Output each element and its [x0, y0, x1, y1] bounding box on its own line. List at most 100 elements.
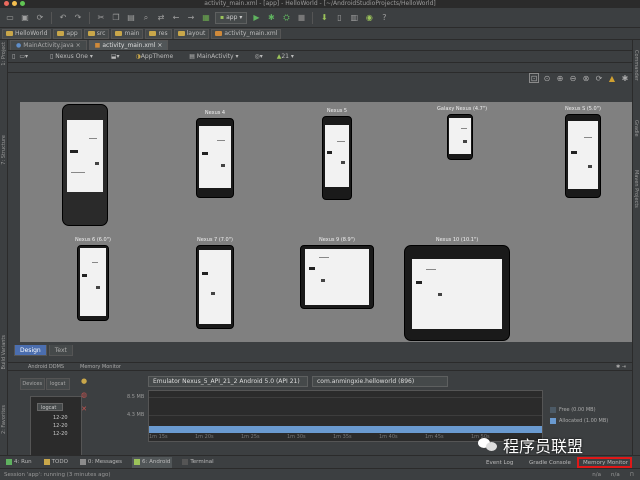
- button-view: [82, 274, 87, 277]
- tool-tab-commander[interactable]: Commander: [633, 50, 639, 81]
- device-nexus-4[interactable]: Nexus 4: [196, 110, 234, 198]
- editor-tab-activity-main[interactable]: ■ activity_main.xml ×: [88, 40, 169, 51]
- forward-icon[interactable]: →: [185, 12, 197, 24]
- run-icon[interactable]: ▶: [250, 12, 262, 24]
- device-nexus-one[interactable]: [62, 104, 108, 226]
- help-icon[interactable]: ?: [378, 12, 390, 24]
- tool-window-label: Event Log: [486, 459, 514, 466]
- tool-window-android[interactable]: 6: Android: [132, 456, 173, 468]
- editor-tab-mainactivity[interactable]: ● MainActivity.java ×: [10, 40, 87, 50]
- zoom-actual-icon[interactable]: ⊙: [542, 73, 552, 83]
- close-window-button[interactable]: [4, 1, 9, 6]
- tool-tab-project[interactable]: 1: Project: [1, 42, 7, 66]
- avd-manager-icon[interactable]: ▯: [333, 12, 345, 24]
- find-icon[interactable]: ⌕: [140, 12, 152, 24]
- breadcrumb-item-src[interactable]: src: [83, 28, 110, 39]
- x-tick-label: 1m 15s: [149, 434, 168, 440]
- breadcrumb-item-main[interactable]: main: [111, 28, 144, 39]
- tab-devices[interactable]: Devices: [20, 378, 45, 390]
- palette-toggle-icon[interactable]: ▯: [12, 53, 15, 60]
- device-nexus-s[interactable]: Nexus S (5.0"): [565, 106, 601, 198]
- redo-icon[interactable]: ↷: [72, 12, 84, 24]
- device-nexus-7[interactable]: Nexus 7 (7.0"): [196, 237, 234, 329]
- undo-icon[interactable]: ↶: [57, 12, 69, 24]
- panel-settings-icon[interactable]: ✱ ⇥: [616, 363, 626, 371]
- device-nexus-5[interactable]: Nexus 5: [322, 108, 352, 200]
- layout-preview-canvas[interactable]: Nexus 4 Nexus 5 Galaxy Nexus (4.7") Nexu…: [20, 102, 632, 342]
- close-icon[interactable]: ✕: [80, 405, 88, 413]
- tool-window-messages[interactable]: 0: Messages: [78, 457, 124, 468]
- locale-icon[interactable]: ◎▾: [254, 53, 262, 60]
- project-structure-icon[interactable]: ▥: [348, 12, 360, 24]
- breadcrumb-item-file[interactable]: activity_main.xml: [211, 28, 282, 39]
- monitor-side-actions: ● ◍ ✕: [80, 377, 90, 419]
- open-folder-icon[interactable]: ▭: [4, 12, 16, 24]
- breadcrumb-item-res[interactable]: res: [145, 28, 172, 39]
- close-icon[interactable]: ×: [76, 41, 81, 51]
- zoom-window-button[interactable]: [20, 1, 25, 6]
- layout-variant-icon[interactable]: ▭▾: [19, 53, 28, 60]
- activity-select[interactable]: ▤ MainActivity ▾: [189, 53, 238, 60]
- tool-tab-build-variants[interactable]: Build Variants: [1, 335, 7, 369]
- close-icon[interactable]: ×: [157, 41, 162, 51]
- log-tag-select[interactable]: logcat: [37, 403, 63, 411]
- paste-icon[interactable]: ▤: [125, 12, 137, 24]
- debug-icon[interactable]: ✱: [265, 12, 277, 24]
- zoom-in-icon[interactable]: ⊕: [555, 73, 565, 83]
- tab-design[interactable]: Design: [14, 345, 47, 356]
- pause-icon[interactable]: ●: [80, 377, 88, 385]
- tool-window-gradle-console[interactable]: Gradle Console: [525, 457, 573, 468]
- device-label: Nexus 4: [204, 110, 226, 116]
- api-select[interactable]: ▲21 ▾: [277, 53, 294, 60]
- warning-icon[interactable]: ▲: [607, 73, 617, 83]
- tab-logcat[interactable]: logcat: [45, 378, 70, 390]
- orientation-icon[interactable]: ⬓▾: [111, 53, 120, 60]
- device-nexus-10[interactable]: Nexus 10 (10.1"): [404, 237, 510, 341]
- breadcrumb-item-app[interactable]: app: [53, 28, 82, 39]
- attach-debugger-icon[interactable]: ⛭: [280, 12, 292, 24]
- device-nexus-6[interactable]: Nexus 6 (6.0"): [75, 237, 111, 321]
- tool-window-terminal[interactable]: Terminal: [180, 457, 215, 468]
- logcat-pane: logcat 12-20 12-20 12-20: [30, 396, 82, 458]
- tool-tab-maven[interactable]: Maven Projects: [633, 170, 639, 208]
- gc-icon[interactable]: ◍: [80, 391, 88, 399]
- device-label: Nexus 5: [326, 108, 348, 114]
- tool-window-todo[interactable]: TODO: [42, 457, 70, 468]
- tool-tab-structure[interactable]: 7: Structure: [1, 135, 7, 165]
- emulator-select[interactable]: Emulator Nexus_5_API_21_2 Android 5.0 (A…: [148, 376, 308, 387]
- tab-text[interactable]: Text: [48, 345, 73, 356]
- tool-window-run[interactable]: 4: Run: [4, 457, 34, 468]
- refresh-icon[interactable]: ⟳: [594, 73, 604, 83]
- breadcrumb-item-project[interactable]: HelloWorld: [2, 28, 52, 39]
- theme-select[interactable]: ◑AppTheme: [136, 53, 174, 60]
- back-icon[interactable]: ←: [170, 12, 182, 24]
- lock-icon[interactable]: ⊓: [630, 469, 634, 480]
- device-nexus-9[interactable]: Nexus 9 (8.9"): [300, 237, 374, 309]
- folder-icon: [115, 31, 123, 36]
- zoom-screen-icon[interactable]: ⊗: [581, 73, 591, 83]
- make-project-icon[interactable]: ▦: [200, 12, 212, 24]
- run-config-select[interactable]: ▪ app ▾: [215, 11, 248, 24]
- device-select[interactable]: ▯ Nexus One ▾: [50, 53, 93, 60]
- minimize-window-button[interactable]: [12, 1, 17, 6]
- tool-window-memory-monitor[interactable]: Memory Monitor: [577, 457, 633, 468]
- replace-icon[interactable]: ⇄: [155, 12, 167, 24]
- device-monitor-icon[interactable]: ◉: [363, 12, 375, 24]
- zoom-fit-icon[interactable]: ⊡: [529, 73, 539, 83]
- zoom-out-icon[interactable]: ⊖: [568, 73, 578, 83]
- sync-icon[interactable]: ⟳: [34, 12, 46, 24]
- tool-tab-gradle[interactable]: Gradle: [633, 120, 639, 137]
- device-label: Nexus 6 (6.0"): [75, 237, 111, 243]
- cut-icon[interactable]: ✂: [95, 12, 107, 24]
- tool-window-event-log[interactable]: Event Log: [482, 457, 515, 468]
- device-galaxy-nexus[interactable]: Galaxy Nexus (4.7"): [437, 106, 487, 160]
- switch-view: [588, 165, 592, 168]
- breadcrumb-item-layout[interactable]: layout: [173, 28, 210, 39]
- copy-icon[interactable]: ❐: [110, 12, 122, 24]
- settings-icon[interactable]: ✱: [620, 73, 630, 83]
- save-icon[interactable]: ▣: [19, 12, 31, 24]
- process-select[interactable]: com.anmingxie.helloworld (896): [312, 376, 448, 387]
- tool-tab-favorites[interactable]: 2: Favorites: [1, 405, 7, 434]
- sdk-manager-icon[interactable]: ⬇: [318, 12, 330, 24]
- stop-icon[interactable]: ■: [295, 12, 307, 24]
